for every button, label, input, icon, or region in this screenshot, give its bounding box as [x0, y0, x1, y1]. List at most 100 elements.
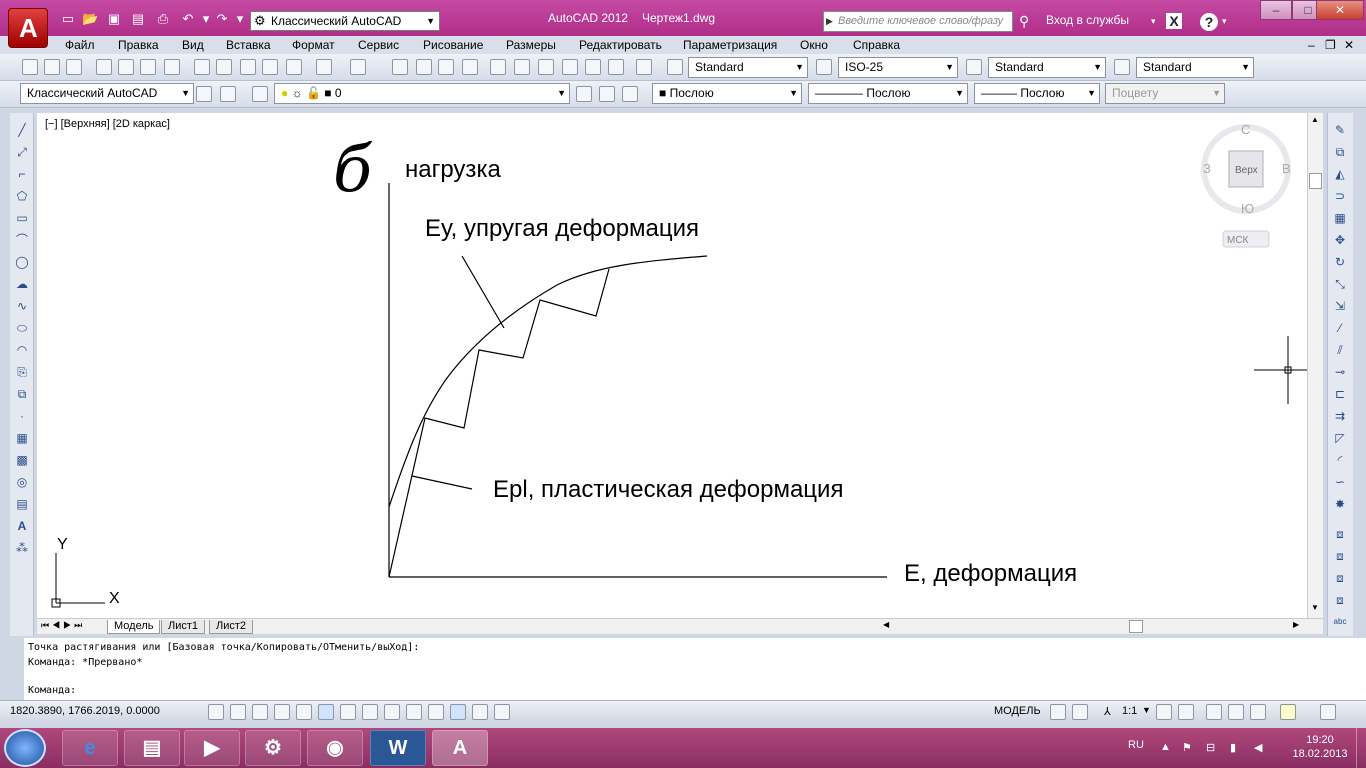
infer-constraints-icon[interactable]: [208, 704, 224, 720]
doc-restore-icon[interactable]: ❐: [1325, 38, 1336, 52]
workspace-select[interactable]: ⚙ Классический AutoCAD ▼: [250, 11, 440, 31]
cursor-coordinates[interactable]: 1820.3890, 1766.2019, 0.0000: [10, 705, 160, 717]
polyline-icon[interactable]: ⌐: [14, 167, 30, 181]
move-icon[interactable]: ✥: [1332, 233, 1348, 247]
exchange-icon[interactable]: X: [1166, 13, 1182, 29]
redo-icon[interactable]: [350, 59, 366, 75]
media-player-icon[interactable]: ▶: [184, 730, 240, 766]
layer-previous-icon[interactable]: [599, 86, 615, 102]
doc-close-icon[interactable]: ✕: [1344, 38, 1354, 52]
text-style-select[interactable]: Standard ▼: [688, 57, 808, 78]
text-style-icon[interactable]: [667, 59, 683, 75]
scroll-up-icon[interactable]: ▲: [1311, 115, 1319, 124]
tool-palettes-icon[interactable]: [538, 59, 554, 75]
mtext-icon[interactable]: A: [14, 519, 30, 533]
linetype-select[interactable]: ———— Послою ▼: [808, 83, 968, 104]
dynamic-ucs-icon[interactable]: [384, 704, 400, 720]
signal-icon[interactable]: ▮: [1230, 741, 1236, 754]
trim-icon[interactable]: ⁄: [1332, 321, 1348, 335]
compass-south[interactable]: Ю: [1241, 201, 1254, 216]
quick-access-dropdown-icon[interactable]: ▾: [428, 11, 444, 27]
break-icon[interactable]: ⊏: [1332, 387, 1348, 401]
signin-link[interactable]: Вход в службы: [1046, 13, 1129, 27]
control-panel-icon[interactable]: ⚙: [245, 730, 301, 766]
pan-icon[interactable]: [392, 59, 408, 75]
zoom-window-icon[interactable]: [438, 59, 454, 75]
ellipse-arc-icon[interactable]: ◠: [14, 343, 30, 357]
3d-print-icon[interactable]: [164, 59, 180, 75]
publish-icon[interactable]: [140, 59, 156, 75]
flag-icon[interactable]: ⚑: [1182, 741, 1192, 754]
explorer-icon[interactable]: ▤: [124, 730, 180, 766]
search-input[interactable]: ▶ Введите ключевое слово/фразу: [823, 11, 1013, 32]
volume-icon[interactable]: ◀: [1254, 741, 1262, 754]
close-button[interactable]: ✕: [1316, 0, 1364, 20]
grid-display-icon[interactable]: [252, 704, 268, 720]
mleader-style-icon[interactable]: [1114, 59, 1130, 75]
block-editor-icon[interactable]: [286, 59, 302, 75]
calculator-icon[interactable]: [608, 59, 624, 75]
dynamic-input-icon[interactable]: [406, 704, 422, 720]
annotation-scale-icon[interactable]: ⅄: [1104, 705, 1111, 718]
show-desktop-button[interactable]: [1356, 728, 1366, 768]
lineweight-select[interactable]: ——— Послою ▼: [974, 83, 1100, 104]
toolbar-lock-icon[interactable]: [220, 86, 236, 102]
hatch-icon[interactable]: ▦: [14, 431, 30, 445]
transparency-icon[interactable]: [450, 704, 466, 720]
region-icon[interactable]: ◎: [14, 475, 30, 489]
scroll-left-icon[interactable]: ◀: [883, 620, 889, 629]
isolate-objects-icon[interactable]: [1280, 704, 1296, 720]
scroll-down-icon[interactable]: ▼: [1311, 603, 1319, 612]
compass-north[interactable]: С: [1241, 122, 1250, 137]
send-under-icon[interactable]: ⧈: [1332, 593, 1348, 607]
cut-icon[interactable]: [194, 59, 210, 75]
table-style-select[interactable]: Standard ▼: [988, 57, 1106, 78]
command-window[interactable]: Точка растягивания или [Базовая точка/Ко…: [24, 638, 1366, 700]
expand-search-icon[interactable]: ▶: [826, 12, 833, 31]
compass-west[interactable]: З: [1203, 161, 1211, 176]
workspace-settings-icon[interactable]: [196, 86, 212, 102]
mirror-icon[interactable]: ◭: [1332, 167, 1348, 181]
match-properties-icon[interactable]: [262, 59, 278, 75]
signin-dropdown-icon[interactable]: ▾: [1151, 16, 1156, 27]
menu-draw[interactable]: Рисование: [423, 38, 483, 52]
command-prompt[interactable]: Команда:: [28, 685, 76, 696]
autocad-taskbar-icon[interactable]: A: [432, 730, 488, 766]
drawing-area[interactable]: [−] [Верхняя] [2D каркас] б нагрузка Eу,…: [37, 113, 1307, 618]
zoom-realtime-icon[interactable]: [416, 59, 432, 75]
explode-icon[interactable]: ✸: [1332, 497, 1348, 511]
menu-edit[interactable]: Правка: [118, 38, 159, 52]
object-snap-tracking-icon[interactable]: [362, 704, 378, 720]
circle-icon[interactable]: ◯: [14, 255, 30, 269]
menu-dimension[interactable]: Размеры: [506, 38, 556, 52]
lineweight-toggle-icon[interactable]: [428, 704, 444, 720]
chamfer-icon[interactable]: ◸: [1332, 431, 1348, 445]
table-style-icon[interactable]: [966, 59, 982, 75]
annotation-scale-dropdown-icon[interactable]: ▼: [1142, 705, 1151, 715]
dim-style-select[interactable]: ISO-25 ▼: [838, 57, 958, 78]
color-select[interactable]: ■ Послою ▼: [652, 83, 802, 104]
menu-help[interactable]: Справка: [853, 38, 900, 52]
auto-scale-icon[interactable]: [1178, 704, 1194, 720]
mleader-style-select[interactable]: Standard ▼: [1136, 57, 1254, 78]
layer-properties-icon[interactable]: [252, 86, 268, 102]
table-icon[interactable]: ▤: [14, 497, 30, 511]
rotate-icon[interactable]: ↻: [1332, 255, 1348, 269]
menu-format[interactable]: Формат: [292, 38, 335, 52]
join-icon[interactable]: ⇉: [1332, 409, 1348, 423]
line-icon[interactable]: ╱: [14, 123, 30, 137]
redo-icon[interactable]: ↷: [214, 11, 230, 27]
spline-icon[interactable]: ∿: [14, 299, 30, 313]
ortho-mode-icon[interactable]: [274, 704, 290, 720]
redo-dropdown-icon[interactable]: ▾: [232, 11, 248, 27]
sheet-set-icon[interactable]: [562, 59, 578, 75]
help-icon[interactable]: [636, 59, 652, 75]
plot-icon[interactable]: [96, 59, 112, 75]
save-icon[interactable]: ▣: [106, 11, 122, 27]
tab-layout1[interactable]: Лист1: [161, 620, 206, 634]
text-front-icon[interactable]: abc: [1332, 615, 1348, 629]
new-file-icon[interactable]: ▭: [60, 11, 76, 27]
polygon-icon[interactable]: ⬠: [14, 189, 30, 203]
menu-window[interactable]: Окно: [800, 38, 828, 52]
copy-object-icon[interactable]: ⧉: [1332, 145, 1348, 159]
